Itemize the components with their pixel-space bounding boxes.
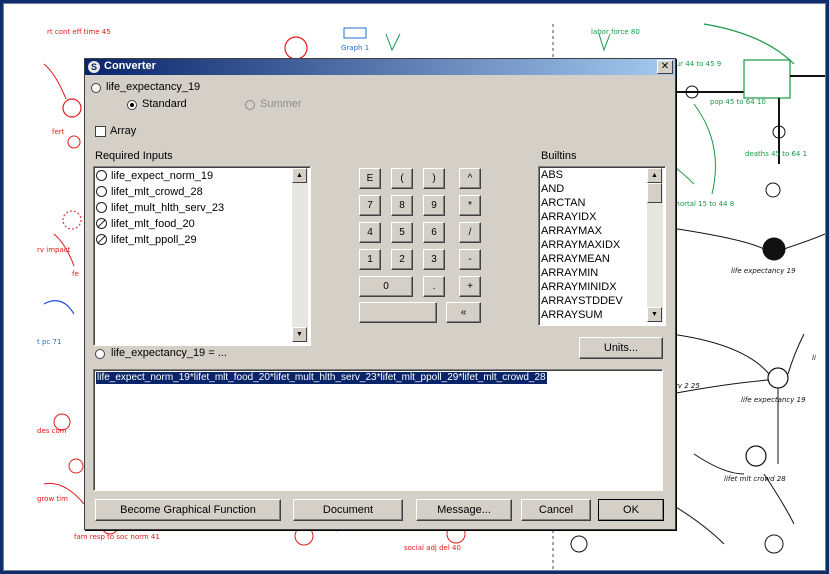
- label-fam-resp: fam resp to soc norm 41: [74, 533, 160, 541]
- list-item[interactable]: ARRAYMAX: [541, 224, 602, 238]
- list-item[interactable]: ARRAYMINIDX: [541, 280, 617, 294]
- equation-text[interactable]: life_expect_norm_19*lifet_mlt_food_20*li…: [96, 372, 547, 384]
- key-9[interactable]: 9: [423, 195, 445, 216]
- label-life-expectancy-19-b: life expectancy 19: [741, 396, 806, 404]
- key-decimal[interactable]: .: [423, 276, 445, 297]
- key-1[interactable]: 1: [359, 249, 381, 270]
- key-plus[interactable]: +: [459, 276, 481, 297]
- key-backspace[interactable]: «: [446, 302, 481, 323]
- dialog-title: Converter: [104, 60, 156, 72]
- label-pc71: t pc 71: [37, 338, 62, 346]
- equation-editor[interactable]: life_expect_norm_19*lifet_mlt_food_20*li…: [93, 369, 663, 491]
- label-fert: fert: [52, 128, 65, 136]
- circle-icon: [96, 170, 107, 181]
- required-inputs-label: Required Inputs: [95, 150, 173, 162]
- scroll-thumb[interactable]: [647, 183, 662, 203]
- label-li: li: [812, 354, 816, 362]
- units-button[interactable]: Units...: [579, 337, 663, 359]
- label-rv-impact: rv impact: [37, 246, 71, 254]
- builtins-list[interactable]: ABS AND ARCTAN ARRAYIDX ARRAYMAX ARRAYMA…: [538, 166, 666, 326]
- array-label: Array: [110, 125, 137, 137]
- list-item[interactable]: ABS: [541, 168, 563, 182]
- equation-radio[interactable]: [95, 349, 105, 359]
- label-life-expectancy-19: life expectancy 19: [731, 267, 796, 275]
- stella-s-icon: S: [88, 61, 100, 73]
- label-rt-cont-eff-time: rt cont eff time 45: [47, 28, 111, 36]
- label-mortal: mortal 15 to 44 8: [673, 200, 735, 208]
- key-4[interactable]: 4: [359, 222, 381, 243]
- circle-slash-icon: [96, 218, 107, 229]
- label-lifet-mlt-crowd: lifet mlt crowd 28: [724, 475, 786, 483]
- ok-button[interactable]: OK: [598, 499, 664, 521]
- message-button[interactable]: Message...: [416, 499, 512, 521]
- array-checkbox[interactable]: [95, 126, 106, 137]
- required-inputs-scrollbar[interactable]: ▲ ▼: [292, 168, 308, 342]
- key-e[interactable]: E: [359, 168, 381, 189]
- list-item[interactable]: ARRAYMEAN: [541, 252, 610, 266]
- become-graphical-function-button[interactable]: Become Graphical Function: [95, 499, 281, 521]
- list-item[interactable]: ARCTAN: [541, 196, 585, 210]
- equation-label: life_expectancy_19 = ...: [111, 347, 227, 359]
- list-item[interactable]: ARRAYSUM: [541, 308, 603, 322]
- key-multiply[interactable]: *: [459, 195, 481, 216]
- list-item[interactable]: ARRAYMIN: [541, 266, 598, 280]
- required-inputs-list[interactable]: life_expect_norm_19 lifet_mlt_crowd_28 l…: [93, 166, 311, 346]
- cancel-button[interactable]: Cancel: [521, 499, 591, 521]
- scroll-down-button[interactable]: ▼: [647, 307, 662, 322]
- standard-label: Standard: [142, 98, 187, 110]
- summer-radio[interactable]: [245, 100, 255, 110]
- stella-model-canvas: rt cont eff time 45 Graph 1 labor force …: [3, 3, 826, 571]
- list-item[interactable]: AND: [541, 182, 564, 196]
- variable-name-radio[interactable]: [91, 83, 101, 93]
- key-0[interactable]: 0: [359, 276, 413, 297]
- key-2[interactable]: 2: [391, 249, 413, 270]
- label-grow-tim: grow tim: [37, 495, 68, 503]
- converter-dialog: S Converter ✕ life_expectancy_19 Standar…: [84, 58, 676, 530]
- standard-radio[interactable]: [127, 100, 137, 110]
- scroll-down-button[interactable]: ▼: [292, 327, 307, 342]
- list-item[interactable]: ARRAYSTDDEV: [541, 294, 623, 308]
- key-8[interactable]: 8: [391, 195, 413, 216]
- list-item[interactable]: ARRAYMAXIDX: [541, 238, 620, 252]
- label-mtur: tur 44 to 45 9: [673, 60, 722, 68]
- variable-name: life_expectancy_19: [106, 81, 201, 93]
- dialog-title-bar[interactable]: S Converter ✕: [85, 59, 675, 75]
- key-open-paren[interactable]: (: [391, 168, 413, 189]
- key-minus[interactable]: -: [459, 249, 481, 270]
- label-social-adj: social adj del 40: [404, 544, 461, 552]
- summer-label: Summer: [260, 98, 302, 110]
- label-labor-force: labor force 80: [591, 28, 640, 36]
- key-6[interactable]: 6: [423, 222, 445, 243]
- close-button[interactable]: ✕: [657, 60, 673, 74]
- label-pop-45-64: pop 45 to 64 10: [710, 98, 766, 106]
- document-button[interactable]: Document: [293, 499, 403, 521]
- label-fe: fe: [72, 270, 79, 278]
- label-deaths: deaths 45 to 64 1: [745, 150, 808, 158]
- scroll-up-button[interactable]: ▲: [647, 168, 662, 183]
- key-close-paren[interactable]: ): [423, 168, 445, 189]
- key-5[interactable]: 5: [391, 222, 413, 243]
- key-3[interactable]: 3: [423, 249, 445, 270]
- circle-icon: [96, 202, 107, 213]
- circle-slash-icon: [96, 234, 107, 245]
- label-des-com: des com: [37, 427, 67, 435]
- key-divide[interactable]: /: [459, 222, 481, 243]
- builtins-label: Builtins: [541, 150, 577, 162]
- list-item[interactable]: ARRAYIDX: [541, 210, 596, 224]
- label-graph-1: Graph 1: [341, 44, 370, 52]
- circle-icon: [96, 186, 107, 197]
- key-blank[interactable]: [359, 302, 437, 323]
- builtins-scrollbar[interactable]: ▲ ▼: [647, 168, 663, 322]
- scroll-up-button[interactable]: ▲: [292, 168, 307, 183]
- key-7[interactable]: 7: [359, 195, 381, 216]
- key-power[interactable]: ^: [459, 168, 481, 189]
